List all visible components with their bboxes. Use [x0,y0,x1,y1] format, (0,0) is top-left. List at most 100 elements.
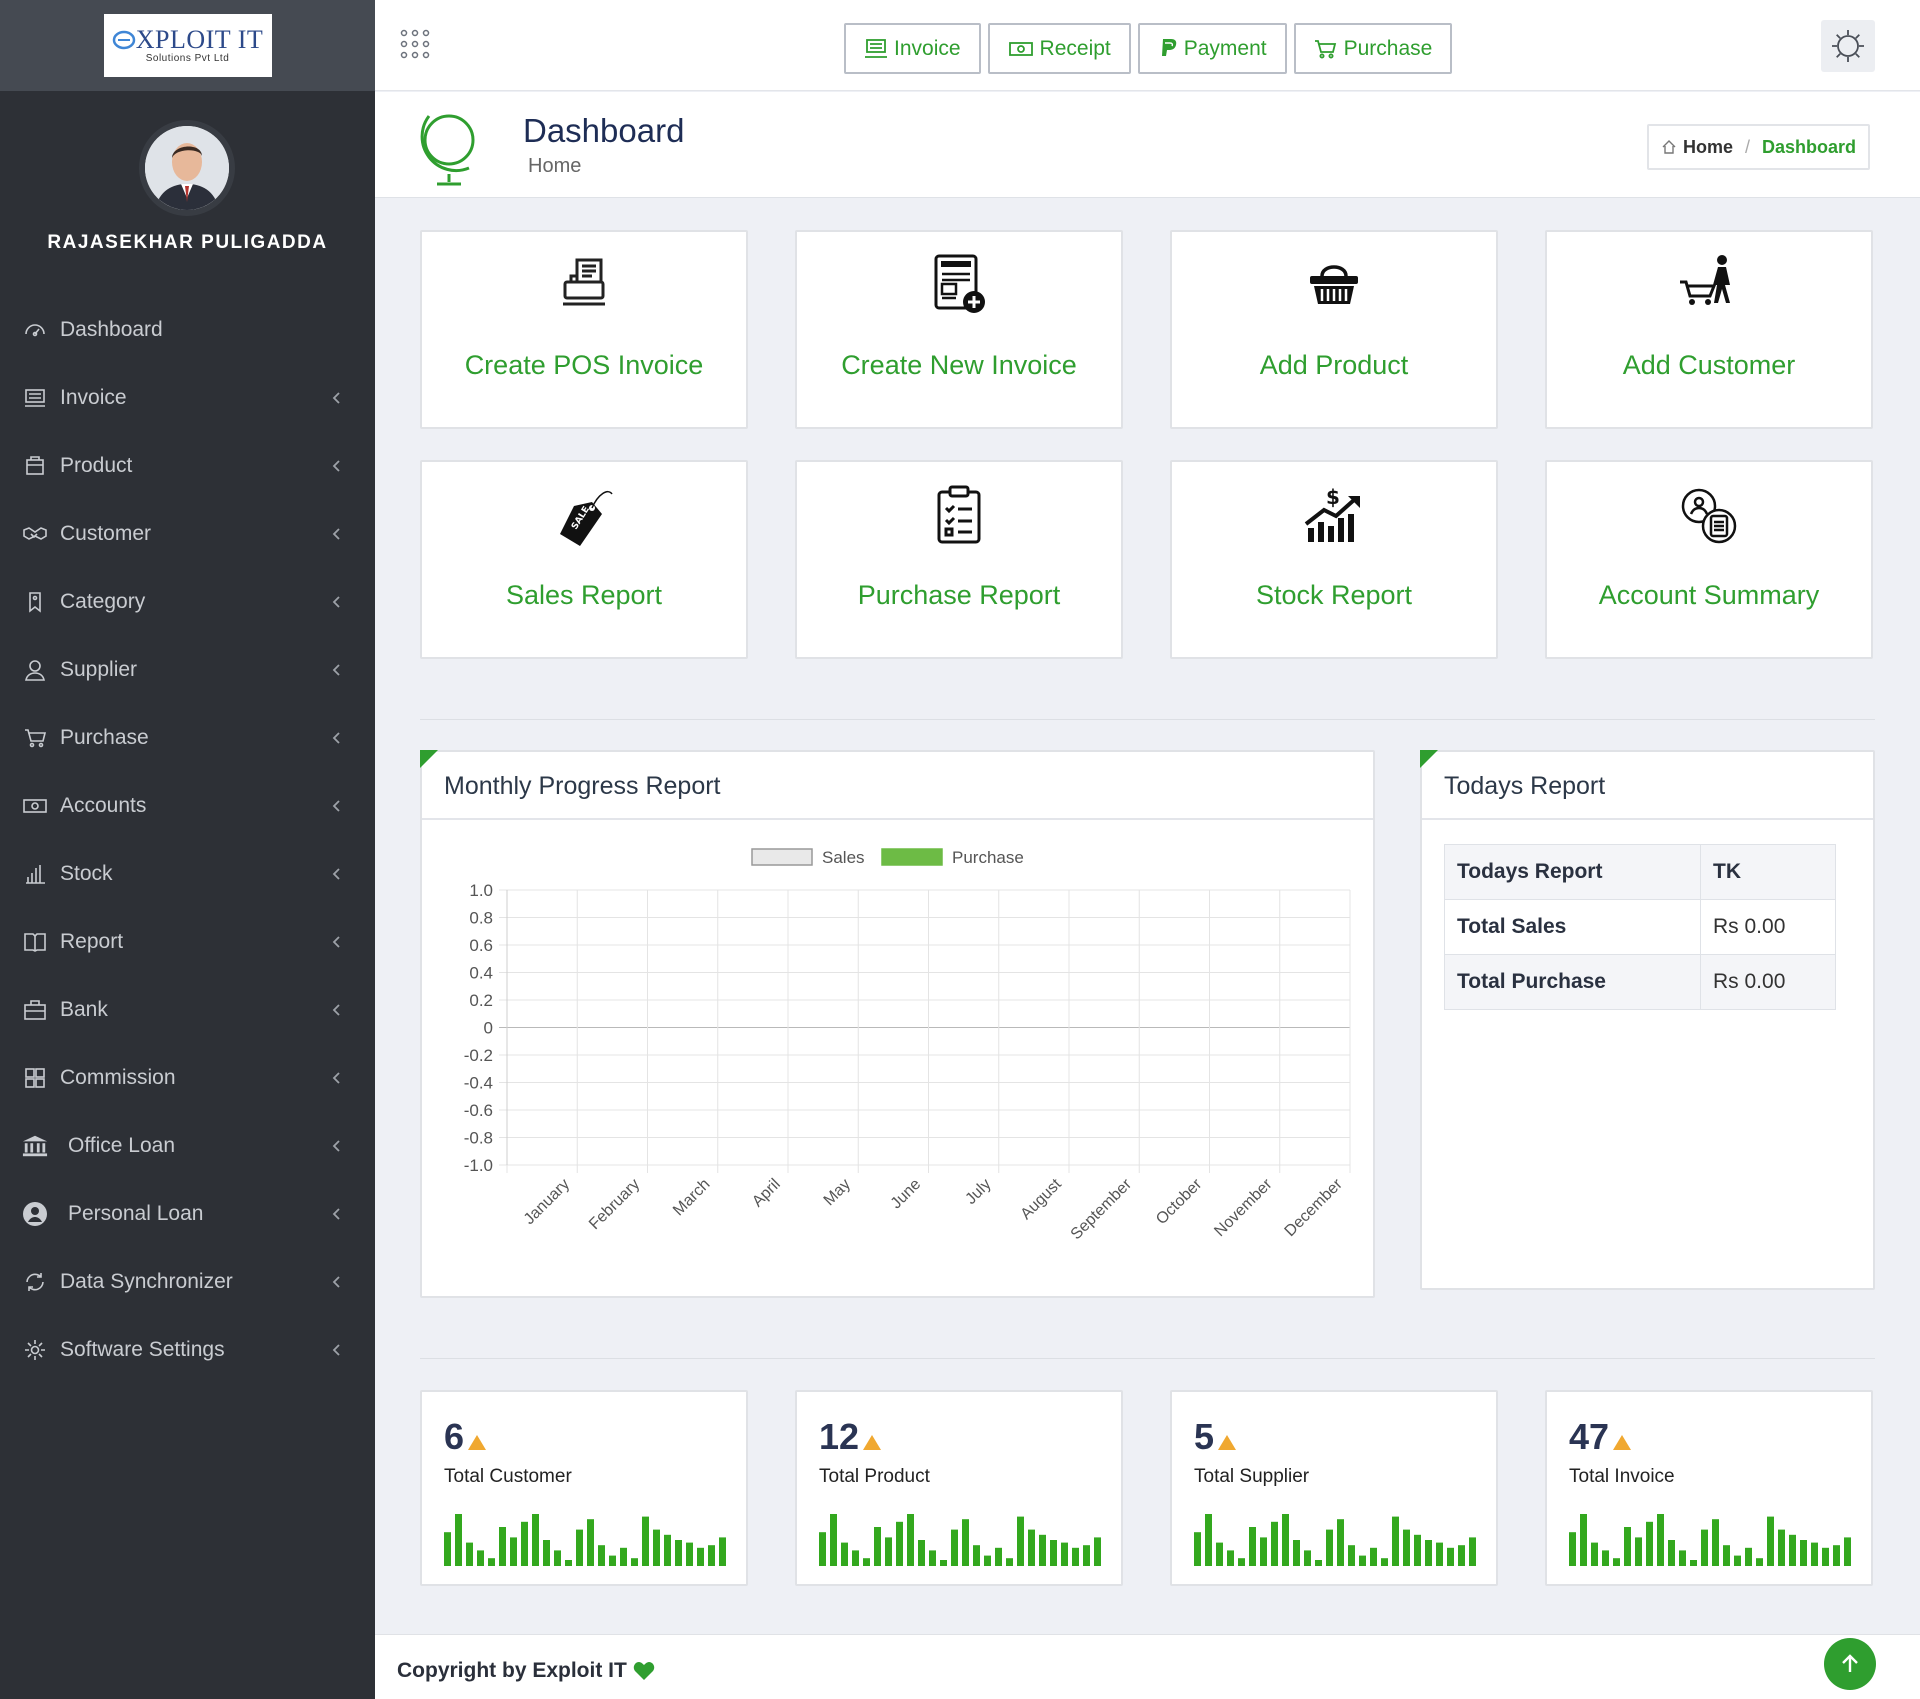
sparkline-bar [631,1558,638,1566]
sparkline-bar [477,1550,484,1566]
dashboard-icon [22,317,48,343]
sparkline-bar [1778,1529,1785,1566]
tile-account-summary[interactable]: Account Summary [1545,460,1873,659]
sparkline-bar [510,1537,517,1566]
legend-swatch-sales [751,848,813,866]
sidebar-item-commission[interactable]: Commission [0,1044,375,1112]
sparkline-bar [1800,1540,1807,1566]
sidebar-item-stock[interactable]: Stock [0,840,375,908]
sparkline-bar [554,1550,561,1566]
stat-card-total-invoice: 47 Total Invoice [1545,1390,1873,1586]
sidebar-item-personal-loan[interactable]: Personal Loan [0,1180,375,1248]
sidebar-item-dashboard[interactable]: Dashboard [0,296,375,364]
sidebar-item-purchase[interactable]: Purchase [0,704,375,772]
tile-stock-report[interactable]: $ Stock Report [1170,460,1498,659]
legend-swatch-purchase [881,848,943,866]
sidebar-item-customer[interactable]: Customer [0,500,375,568]
purchase-quick-button[interactable]: Purchase [1293,23,1453,74]
stat-label: Total Customer [444,1466,572,1487]
avatar[interactable] [139,120,235,216]
x-tick-label: May [821,1176,854,1209]
sidebar-item-data-synchronizer[interactable]: Data Synchronizer [0,1248,375,1316]
sidebar-item-category[interactable]: Category [0,568,375,636]
invoice-icon [22,385,48,411]
breadcrumb: Home / Dashboard [1647,124,1871,170]
sidebar-item-accounts[interactable]: Accounts [0,772,375,840]
tile-create-new-invoice[interactable]: Create New Invoice [795,230,1123,429]
stat-value-wrap: 12 [819,1416,882,1458]
tile-add-product[interactable]: Add Product [1170,230,1498,429]
sidebar-item-supplier[interactable]: Supplier [0,636,375,704]
invoice-quick-button[interactable]: Invoice [844,23,981,74]
sparkline-bar [1679,1550,1686,1566]
sparkline-bar [973,1545,980,1566]
sidebar-item-invoice[interactable]: Invoice [0,364,375,432]
stat-value: 12 [819,1416,860,1457]
legend-label: Purchase [952,848,1024,867]
sidebar-item-product[interactable]: Product [0,432,375,500]
logo-main-text: XPLOIT IT [135,24,264,54]
settings-button[interactable] [1821,20,1875,72]
sparkline-bar [488,1558,495,1566]
breadcrumb-separator: / [1745,136,1751,157]
table-cell-value: Rs 0.00 [1700,954,1836,1010]
sidebar-item-report[interactable]: Report [0,908,375,976]
y-tick-label: 0.4 [469,964,493,983]
tile-create-pos-invoice[interactable]: Create POS Invoice [420,230,748,429]
sale-tag-icon: SALE [422,484,746,552]
sparkline-bar [1811,1542,1818,1566]
tile-sales-report[interactable]: SALE Sales Report [420,460,748,659]
tile-label: Account Summary [1598,580,1820,610]
grid-icon [22,1065,48,1091]
sidebar: XPLOIT IT Solutions Pvt Ltd RAJASEKHAR P… [0,0,375,1699]
sparkline-bar [1646,1521,1653,1566]
sparkline-bar [1734,1555,1741,1566]
sparkline-bar [1249,1527,1256,1566]
page-title: Dashboard [523,112,685,149]
stat-value: 6 [444,1416,465,1457]
purchase-quick-label: Purchase [1343,36,1433,60]
sparkline-bar [1447,1547,1454,1566]
breadcrumb-current: Dashboard [1762,136,1857,157]
x-tick-label: January [521,1176,573,1228]
sidebar-item-bank[interactable]: Bank [0,976,375,1044]
sparkline-bar [1723,1545,1730,1566]
sparkline-bar [1238,1558,1245,1566]
sparkline-bar [1039,1534,1046,1566]
sidebar-item-office-loan[interactable]: Office Loan [0,1112,375,1180]
chevron-left-icon [332,936,340,948]
receipt-quick-label: Receipt [1039,36,1111,60]
sparkline [819,1514,1101,1566]
payment-quick-button[interactable]: Payment [1137,23,1287,74]
x-tick-label: March [670,1176,713,1219]
cart-icon [22,725,48,751]
copyright-text: Copyright by Exploit IT [397,1659,627,1682]
trend-up-icon [863,1435,882,1450]
sparkline-bar [444,1532,451,1566]
sparkline-bar [708,1545,715,1566]
cart-icon [1314,39,1336,58]
sparkline-bar [896,1521,903,1566]
sparkline-bar [1205,1514,1212,1566]
section-divider [420,1358,1875,1359]
sparkline-bar [1006,1558,1013,1566]
sparkline-bar [1348,1545,1355,1566]
receipt-quick-button[interactable]: Receipt [987,23,1131,74]
tile-label: Add Product [1259,350,1409,380]
apps-grid-icon[interactable] [399,28,431,60]
sidebar-item-software-settings[interactable]: Software Settings [0,1316,375,1384]
sparkline-bar [521,1521,528,1566]
x-tick-label: June [888,1176,925,1213]
sparkline-bar [1271,1521,1278,1566]
book-icon [22,929,48,955]
logo[interactable]: XPLOIT IT Solutions Pvt Ltd [103,14,272,77]
stock-growth-icon: $ [1172,484,1496,552]
tile-add-customer[interactable]: Add Customer [1545,230,1873,429]
y-tick-label: -0.4 [464,1074,493,1093]
tile-purchase-report[interactable]: Purchase Report [795,460,1123,659]
sparkline-bar [1083,1545,1090,1566]
breadcrumb-home[interactable]: Home [1661,137,1733,158]
table-header-cell: Todays Report [1444,844,1701,900]
tile-label: Create New Invoice [841,350,1077,380]
scroll-to-top-button[interactable] [1824,1638,1876,1690]
